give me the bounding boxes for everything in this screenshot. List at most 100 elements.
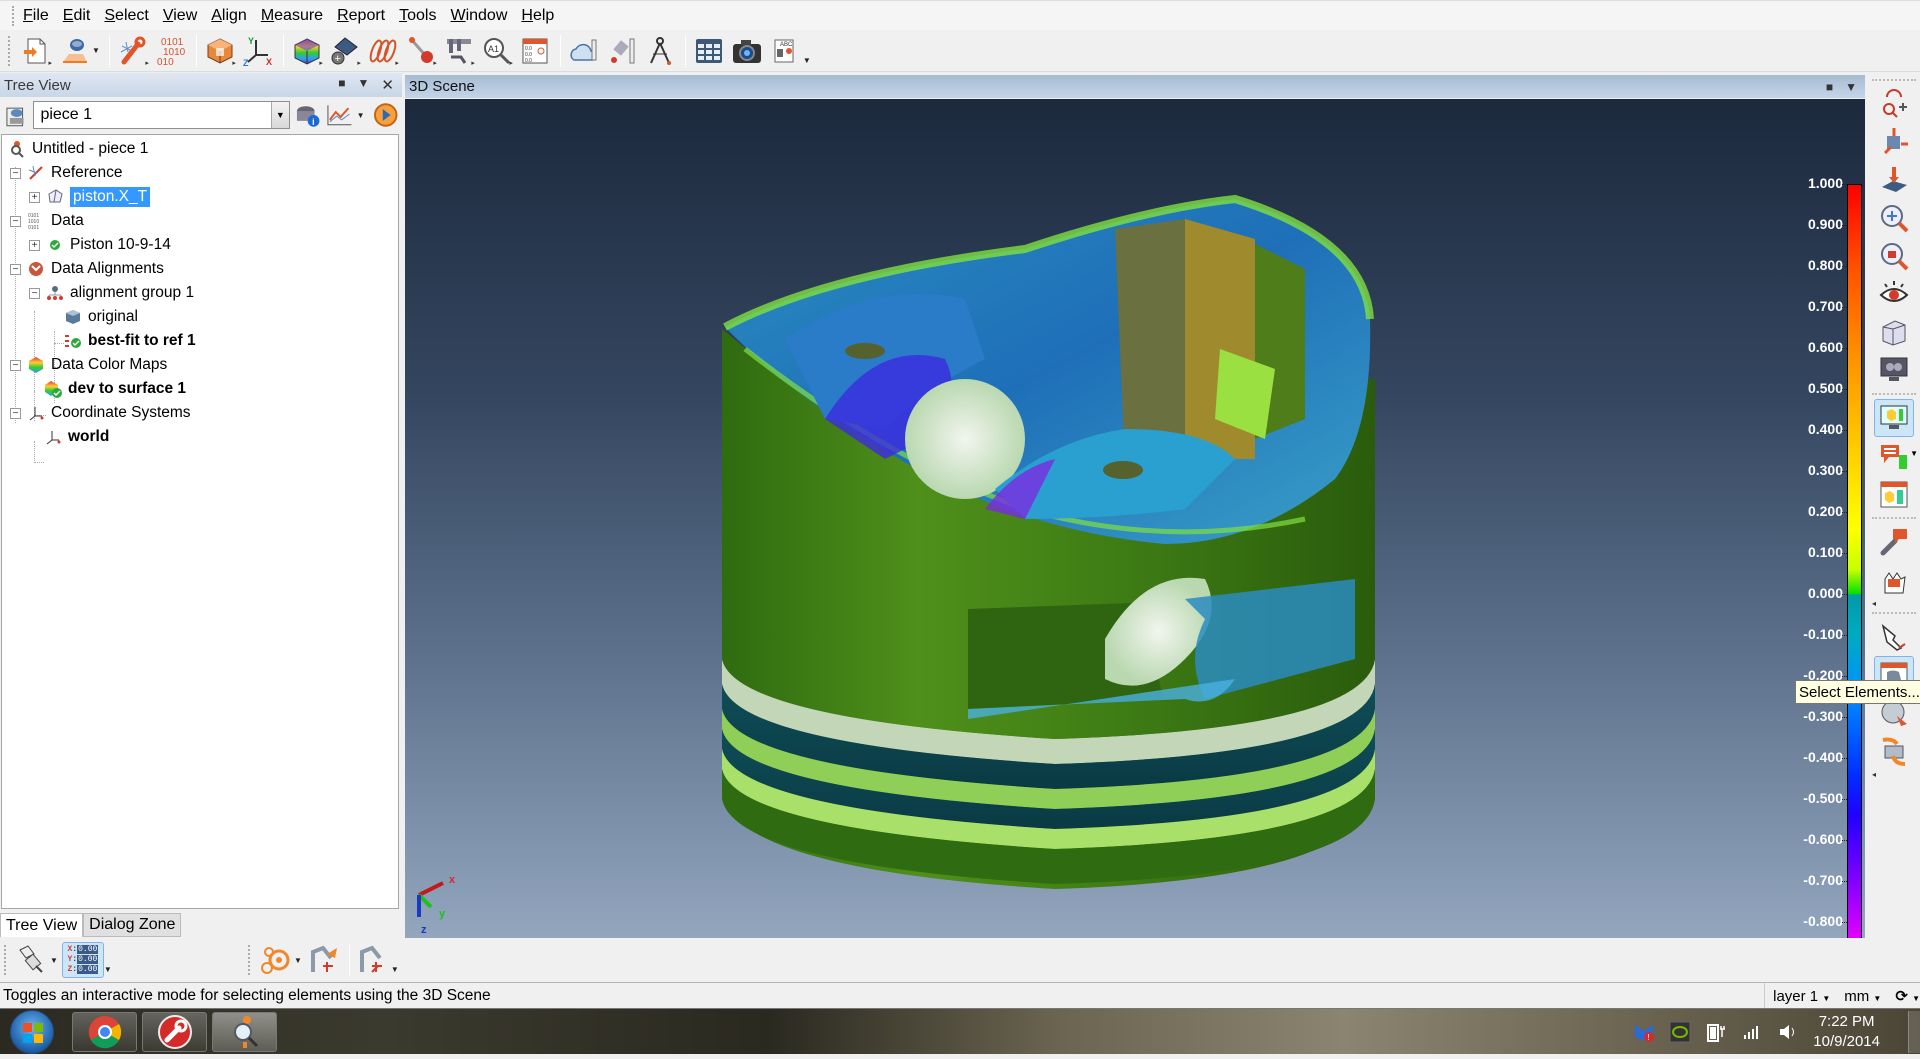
3d-viewport[interactable]: x y z 1.000 0.900 0.800 0.700 0.600 0.500 0.40… — [405, 99, 1865, 938]
binary-data-button[interactable]: 0101 1010 010 — [153, 33, 189, 69]
expand-icon[interactable]: + — [29, 239, 40, 251]
start-button[interactable] — [10, 1010, 54, 1054]
menu-report[interactable]: Report — [330, 7, 392, 25]
collapse-icon[interactable]: − — [10, 263, 21, 275]
tree-item-alignment-group[interactable]: − alignment group 1 — [29, 281, 194, 305]
toolbar-grip[interactable] — [8, 35, 12, 66]
collapse-arrow-icon[interactable]: ◂ — [1868, 599, 1920, 608]
probe-device-button[interactable] — [14, 942, 50, 978]
show-desktop-button[interactable] — [1908, 1011, 1920, 1053]
chart-dropdown-icon[interactable]: ▼ — [357, 111, 365, 120]
color-map-button[interactable]: ▸ — [289, 33, 325, 69]
menu-edit[interactable]: Edit — [56, 7, 98, 25]
menu-tools[interactable]: Tools — [392, 7, 443, 25]
color-map-display-button[interactable] — [1874, 399, 1914, 437]
menu-view[interactable]: View — [156, 7, 204, 25]
collapse-icon[interactable]: − — [10, 407, 21, 419]
tab-dialog-zone[interactable]: Dialog Zone — [83, 913, 182, 937]
clock[interactable]: 7:22 PM 10/9/2014 — [1813, 1012, 1880, 1052]
piece-properties-icon[interactable]: i — [294, 101, 321, 129]
tree-item-original[interactable]: original — [64, 305, 138, 329]
piece-select-dropdown-icon[interactable]: ▼ — [270, 102, 289, 128]
collapse-icon[interactable]: − — [10, 359, 21, 371]
piece-icon[interactable] — [4, 102, 29, 128]
gauge-button[interactable]: ▸ — [441, 33, 477, 69]
transform-button[interactable] — [1874, 732, 1914, 770]
model-view-button[interactable]: ▸ — [202, 33, 238, 69]
annotation-button[interactable]: A1 ▸ — [479, 33, 515, 69]
hand-annotation-button[interactable] — [1874, 561, 1914, 599]
nvidia-icon[interactable] — [1669, 1021, 1691, 1043]
snapshot-button[interactable] — [729, 33, 765, 69]
table-view-button[interactable] — [691, 33, 727, 69]
layer-select[interactable]: layer 1 ▼ — [1773, 988, 1830, 1005]
taskbar-app-wrench[interactable] — [142, 1012, 207, 1052]
battery-icon[interactable] — [1705, 1021, 1727, 1043]
arm-align-button[interactable] — [306, 942, 342, 978]
probe-button[interactable]: ▸ — [403, 33, 439, 69]
arm-frame-dropdown-icon[interactable]: ▼ — [391, 965, 399, 974]
tree-item-coordinate-systems[interactable]: − Coordinate Systems — [10, 401, 191, 425]
tree-item-data-color-maps[interactable]: − Data Color Maps — [10, 353, 167, 377]
malwarebytes-icon[interactable]: ! — [1633, 1021, 1655, 1043]
pin-icon[interactable]: ■ — [1826, 80, 1833, 94]
coordinate-system-button[interactable]: Y X Z — [240, 33, 276, 69]
tree-item-root[interactable]: Untitled - piece 1 — [8, 137, 148, 161]
curves-button[interactable]: ▸ — [365, 33, 401, 69]
play-icon[interactable] — [373, 102, 398, 128]
annotation-display-button[interactable]: ▼ — [1874, 437, 1918, 475]
tab-tree-view[interactable]: Tree View — [0, 913, 84, 937]
targets-dropdown-icon[interactable]: ▼ — [294, 956, 302, 965]
compass-button[interactable] — [642, 33, 678, 69]
menu-window[interactable]: Window — [443, 7, 514, 25]
import-button[interactable]: ▸ — [18, 33, 54, 69]
pick-button[interactable] — [1874, 618, 1914, 656]
menu-help[interactable]: Help — [514, 7, 561, 25]
targets-button[interactable] — [258, 942, 294, 978]
menu-measure[interactable]: Measure — [254, 7, 330, 25]
tree-item-data-alignments[interactable]: − Data Alignments — [10, 257, 164, 281]
toolbar-grip[interactable] — [1872, 79, 1916, 81]
tree-item-dev-surface[interactable]: dev to surface 1 — [44, 377, 186, 401]
report-button[interactable]: ABC — [767, 33, 803, 69]
tree-item-data[interactable]: − 0101 1010 0101 Data — [10, 209, 84, 233]
reset-view-button[interactable] — [1874, 85, 1914, 123]
point-cloud-tools-button[interactable]: ▸ — [115, 33, 151, 69]
refresh-button[interactable]: ⟳ ▼ — [1895, 987, 1920, 1005]
tree-item-piston-data[interactable]: + Piston 10-9-14 — [29, 233, 171, 257]
coordinate-readout-dropdown-icon[interactable]: ▼ — [104, 965, 112, 974]
taskbar-polyworks[interactable] — [212, 1012, 277, 1052]
cloud-button[interactable] — [566, 33, 602, 69]
zoom-window-button[interactable] — [1874, 199, 1914, 237]
piston-model[interactable] — [405, 99, 1865, 938]
signal-icon[interactable] — [1741, 1021, 1763, 1043]
render-settings-button[interactable] — [1874, 351, 1914, 389]
tree-item-best-fit[interactable]: best-fit to ref 1 — [64, 329, 196, 353]
measure-button[interactable] — [604, 33, 640, 69]
probe-device-dropdown-icon[interactable]: ▼ — [50, 956, 58, 965]
collapse-arrow-icon[interactable]: ◂ — [1868, 770, 1920, 779]
dimension-table-button[interactable]: 0.0 0.0 0.0 — [517, 33, 553, 69]
coordinate-readout-button[interactable]: X:0.00 Y:0.00 Z:0.00 — [61, 942, 104, 978]
volume-icon[interactable] — [1777, 1021, 1799, 1043]
collapse-icon[interactable]: − — [10, 215, 21, 227]
units-select[interactable]: mm ▼ — [1844, 988, 1881, 1005]
taskbar-chrome[interactable] — [72, 1012, 137, 1052]
view-orientation-button[interactable] — [1874, 123, 1914, 161]
feature-add-button[interactable]: + ▸ — [327, 33, 363, 69]
chart-icon[interactable] — [325, 102, 354, 128]
panel-menu-icon[interactable]: ▼ — [1845, 80, 1857, 94]
menu-align[interactable]: Align — [204, 7, 254, 25]
arm-frame-button[interactable] — [355, 942, 391, 978]
tree-item-world[interactable]: world — [44, 425, 109, 449]
view-plane-button[interactable] — [1874, 161, 1914, 199]
tool-annotation-button[interactable] — [1874, 523, 1914, 561]
scanner-dropdown-icon[interactable]: ▼ — [92, 46, 100, 55]
toolbar-grip[interactable] — [248, 945, 252, 975]
scanner-button[interactable] — [56, 33, 92, 69]
expand-icon[interactable]: + — [29, 191, 40, 203]
panel-menu-icon[interactable]: ▼ — [358, 76, 370, 94]
menu-select[interactable]: Select — [97, 7, 155, 25]
pin-icon[interactable]: ■ — [338, 76, 345, 94]
menu-file[interactable]: File — [16, 7, 56, 25]
